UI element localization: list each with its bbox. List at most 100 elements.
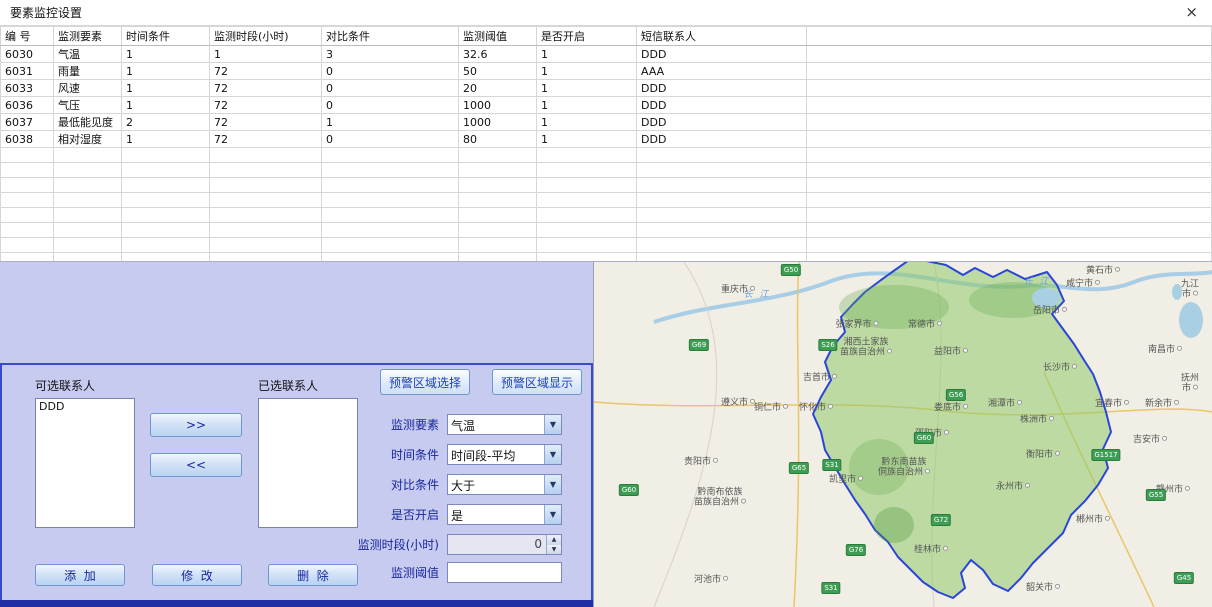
table-row[interactable]: 6030气温11332.61DDD	[1, 46, 1212, 63]
city-label: 黄石市	[1086, 266, 1120, 276]
period-label: 监测时段(小时)	[338, 536, 439, 553]
city-label: 黔南布依族 苗族自治州	[694, 488, 746, 509]
monitor-settings-table: 编 号监测要素时间条件监测时段(小时)对比条件监测阈值是否开启短信联系人 603…	[0, 25, 1212, 262]
city-label: 贵阳市	[684, 457, 718, 467]
modify-button[interactable]: 修 改	[152, 564, 242, 586]
enabled-select[interactable]: 是 ▼	[447, 504, 562, 525]
table-row[interactable]: 6037最低能见度272110001DDD	[1, 114, 1212, 131]
bottom-area: 预警区域选择 预警区域显示 可选联系人 DDD 已选联系人 >> << 监测要素…	[0, 262, 1212, 607]
city-label: 抚州市	[1179, 374, 1201, 395]
move-left-button[interactable]: <<	[150, 453, 242, 477]
city-label: 新余市	[1145, 399, 1179, 409]
config-panel: 预警区域选择 预警区域显示 可选联系人 DDD 已选联系人 >> << 监测要素…	[0, 262, 593, 607]
city-label: 岳阳市	[1033, 306, 1067, 316]
threshold-input[interactable]	[447, 562, 562, 583]
column-header[interactable]: 短信联系人	[637, 27, 807, 46]
warn-area-display-button[interactable]: 预警区域显示	[492, 369, 582, 395]
available-contacts-label: 可选联系人	[35, 377, 95, 394]
road-badge: G76	[846, 544, 866, 556]
city-label: 桂林市	[914, 545, 948, 555]
city-label: 黔东南苗族 侗族自治州	[878, 458, 930, 479]
table-row[interactable]: 6031雨量1720501AAA	[1, 63, 1212, 80]
spinner-arrows-icon[interactable]: ▲▼	[546, 535, 561, 554]
column-header[interactable]: 监测要素	[54, 27, 122, 46]
city-label: 咸宁市	[1066, 279, 1100, 289]
chevron-down-icon[interactable]: ▼	[544, 475, 561, 494]
compare-condition-select[interactable]: 大于 ▼	[447, 474, 562, 495]
chevron-down-icon[interactable]: ▼	[544, 505, 561, 524]
empty-row	[1, 223, 1212, 238]
city-label: 郴州市	[1076, 515, 1110, 525]
city-label: 娄底市	[934, 403, 968, 413]
column-header[interactable]: 监测时段(小时)	[210, 27, 322, 46]
table-row[interactable]: 6036气压172010001DDD	[1, 97, 1212, 114]
delete-button[interactable]: 删 除	[268, 564, 358, 586]
water-label: 长 江	[744, 290, 771, 300]
city-label: 南昌市	[1148, 345, 1182, 355]
column-header[interactable]: 监测阈值	[459, 27, 537, 46]
column-header[interactable]: 是否开启	[537, 27, 637, 46]
city-label: 吉安市	[1133, 435, 1167, 445]
column-header[interactable]: 时间条件	[122, 27, 210, 46]
road-badge: G72	[931, 514, 951, 526]
road-badge: G50	[781, 264, 801, 276]
available-contacts-list[interactable]: DDD	[35, 398, 135, 528]
empty-row	[1, 238, 1212, 253]
city-label: 湘潭市	[988, 399, 1022, 409]
column-header[interactable]: 编 号	[1, 27, 54, 46]
road-badge: S31	[821, 582, 840, 594]
table-row[interactable]: 6033风速1720201DDD	[1, 80, 1212, 97]
chevron-down-icon[interactable]: ▼	[544, 445, 561, 464]
controls-box: 预警区域选择 预警区域显示 可选联系人 DDD 已选联系人 >> << 监测要素…	[0, 363, 593, 607]
window-title: 要素监控设置	[10, 4, 1181, 21]
city-label: 怀化市	[799, 403, 833, 413]
empty-row	[1, 163, 1212, 178]
road-badge: G69	[689, 339, 709, 351]
water-label: 长 江	[1024, 277, 1051, 287]
city-label: 九江市	[1179, 280, 1201, 301]
city-label: 衡阳市	[1026, 450, 1060, 460]
warn-area-select-button[interactable]: 预警区域选择	[380, 369, 470, 395]
move-right-button[interactable]: >>	[150, 413, 242, 437]
add-button[interactable]: 添 加	[35, 564, 125, 586]
city-label: 株洲市	[1020, 415, 1054, 425]
table-row[interactable]: 6038相对湿度1720801DDD	[1, 131, 1212, 148]
table-body: 6030气温11332.61DDD6031雨量1720501AAA6033风速1…	[1, 46, 1212, 263]
road-badge: G65	[789, 462, 809, 474]
selected-contacts-label: 已选联系人	[258, 377, 318, 394]
panel-bottom-bar	[0, 600, 593, 607]
map-panel[interactable]: 重庆市黄石市咸宁市九江市岳阳市张家界市常德市湘西土家族 苗族自治州益阳市南昌市长…	[593, 262, 1212, 607]
road-badge: G1517	[1091, 449, 1120, 461]
close-icon[interactable]: ×	[1181, 5, 1202, 20]
compare-condition-label: 对比条件	[338, 476, 439, 493]
empty-row	[1, 208, 1212, 223]
empty-row	[1, 253, 1212, 263]
chevron-down-icon[interactable]: ▼	[544, 415, 561, 434]
period-spinner[interactable]: 0 ▲▼	[447, 534, 562, 555]
time-condition-select[interactable]: 时间段-平均 ▼	[447, 444, 562, 465]
map-labels-layer: 重庆市黄石市咸宁市九江市岳阳市张家界市常德市湘西土家族 苗族自治州益阳市南昌市长…	[594, 262, 1212, 607]
city-label: 吉首市	[803, 373, 837, 383]
city-label: 宜春市	[1095, 399, 1129, 409]
contact-item[interactable]: DDD	[36, 399, 134, 414]
road-badge: S31	[822, 459, 841, 471]
city-label: 张家界市	[835, 320, 878, 330]
column-header[interactable]: 对比条件	[322, 27, 459, 46]
city-label: 铜仁市	[754, 403, 788, 413]
road-badge: G60	[914, 432, 934, 444]
empty-row	[1, 148, 1212, 163]
city-label: 河池市	[694, 575, 728, 585]
city-label: 常德市	[908, 320, 942, 330]
empty-row	[1, 178, 1212, 193]
app-window: 要素监控设置 × 编 号监测要素时间条件监测时段(小时)对比条件监测阈值是否开启…	[0, 0, 1212, 607]
empty-row	[1, 193, 1212, 208]
city-label: 益阳市	[934, 347, 968, 357]
enabled-label: 是否开启	[338, 506, 439, 523]
road-badge: S26	[818, 339, 837, 351]
title-bar: 要素监控设置 ×	[0, 0, 1212, 25]
road-badge: G60	[619, 484, 639, 496]
city-label: 长沙市	[1043, 363, 1077, 373]
element-select[interactable]: 气温 ▼	[447, 414, 562, 435]
table-header: 编 号监测要素时间条件监测时段(小时)对比条件监测阈值是否开启短信联系人	[1, 27, 1212, 46]
road-badge: G55	[1146, 489, 1166, 501]
